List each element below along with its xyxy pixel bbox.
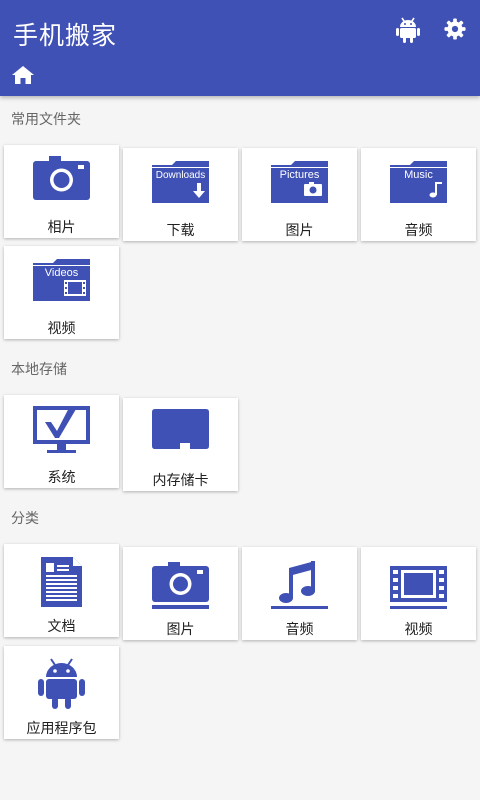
tile-label: 系统 — [47, 470, 76, 486]
android-icon[interactable] — [396, 17, 420, 43]
sd-card-icon — [152, 409, 209, 449]
tile-category-video[interactable]: 视频 — [361, 547, 476, 640]
downloads-folder-icon: Downloads — [152, 161, 209, 203]
tile-photos[interactable]: 相片 — [4, 145, 119, 238]
tile-label: 相片 — [47, 220, 76, 236]
section-title-common-folders: 常用文件夹 — [11, 112, 81, 128]
document-icon — [41, 557, 82, 607]
tile-pictures[interactable]: Pictures 图片 — [242, 148, 357, 241]
tile-label: 图片 — [166, 622, 195, 638]
tile-category-pictures[interactable]: 图片 — [123, 547, 238, 640]
app-bar: 手机搬家 — [0, 0, 480, 96]
tile-label: 下载 — [166, 223, 195, 239]
tile-label: 文档 — [47, 619, 76, 635]
android-icon — [38, 658, 85, 709]
pictures-folder-icon: Pictures — [271, 161, 328, 203]
camera-icon — [152, 562, 209, 609]
section-title-local-storage: 本地存储 — [11, 362, 67, 378]
folder-caption: Music — [404, 169, 433, 181]
tile-downloads[interactable]: Downloads 下载 — [123, 148, 238, 241]
tile-label: 内存储卡 — [152, 473, 209, 489]
tile-internal-storage[interactable]: 内存储卡 — [123, 398, 238, 491]
tile-label: 音频 — [285, 622, 314, 638]
music-folder-icon: Music — [390, 161, 447, 203]
tile-music[interactable]: Music 音频 — [361, 148, 476, 241]
tile-videos[interactable]: Videos 视频 — [4, 246, 119, 339]
folder-caption: Pictures — [280, 169, 320, 181]
tile-documents[interactable]: 文档 — [4, 544, 119, 637]
monitor-check-icon — [33, 406, 90, 453]
folder-caption: Downloads — [156, 170, 205, 181]
tile-label: 视频 — [404, 622, 433, 638]
tile-system[interactable]: 系统 — [4, 395, 119, 488]
tile-category-audio[interactable]: 音频 — [242, 547, 357, 640]
settings-gear-icon[interactable] — [444, 18, 466, 40]
app-title: 手机搬家 — [13, 21, 118, 50]
folder-caption: Videos — [45, 267, 79, 279]
section-title-categories: 分类 — [11, 511, 39, 527]
tile-label: 图片 — [285, 223, 314, 239]
videos-folder-icon: Videos — [33, 259, 90, 301]
tile-label: 音频 — [404, 223, 433, 239]
tile-label: 视频 — [47, 321, 76, 337]
tile-label: 应用程序包 — [26, 721, 97, 737]
home-icon[interactable] — [12, 66, 34, 84]
film-icon — [390, 566, 447, 609]
camera-icon — [33, 156, 90, 200]
tile-apk[interactable]: 应用程序包 — [4, 646, 119, 739]
music-note-icon — [271, 561, 328, 609]
